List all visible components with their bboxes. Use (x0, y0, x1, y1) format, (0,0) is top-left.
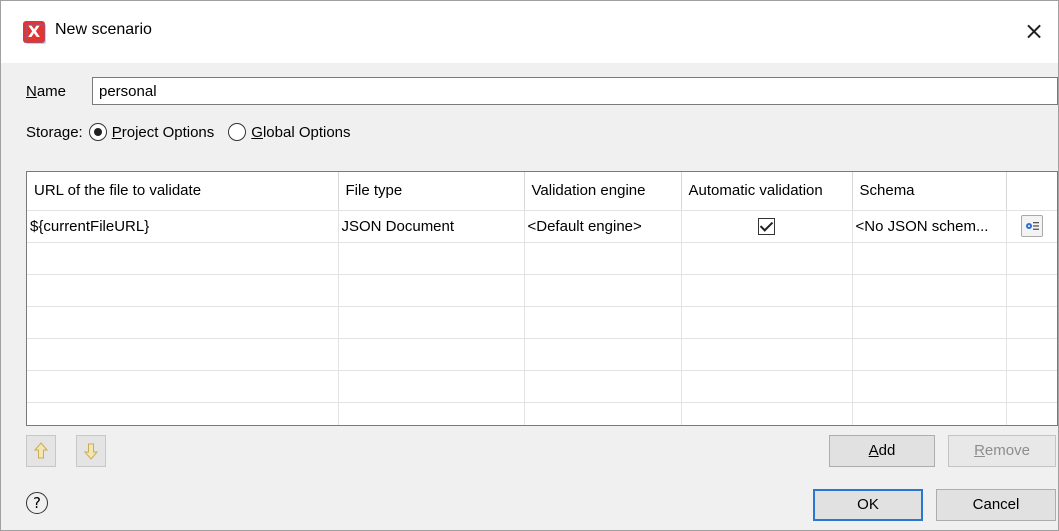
storage-row: Storage: Project Options Global Options (26, 121, 365, 143)
project-options-rest: roject Options (121, 123, 215, 141)
oxygen-app-icon: X (23, 21, 46, 44)
remove-button[interactable]: Remove (948, 435, 1056, 467)
window-title: New scenario (55, 21, 152, 38)
add-button[interactable]: Add (829, 435, 935, 467)
cell-url[interactable]: ${currentFileURL} (27, 210, 339, 243)
move-up-button[interactable] (26, 435, 56, 467)
table-row[interactable]: ${currentFileURL} JSON Document <Default… (27, 210, 1057, 243)
table-row-empty (27, 274, 1057, 307)
remove-rest: emove (984, 442, 1030, 459)
arrow-up-icon (34, 442, 48, 459)
name-label: Name (26, 83, 66, 100)
global-options-rest: lobal Options (262, 123, 351, 141)
help-icon[interactable]: ? (26, 492, 48, 514)
column-header-file-type[interactable]: File type (338, 172, 525, 211)
storage-label: Storage: (26, 123, 83, 141)
column-header-url[interactable]: URL of the file to validate (27, 172, 339, 211)
column-header-schema[interactable]: Schema (852, 172, 1007, 211)
global-options-mnemonic: G (251, 123, 263, 141)
ok-button[interactable]: OK (813, 489, 923, 521)
cell-schema-action (1006, 210, 1057, 243)
new-scenario-dialog: X New scenario × Name Storage: Project O… (0, 0, 1059, 531)
validation-units-table[interactable]: URL of the file to validate File type Va… (26, 171, 1058, 426)
arrow-down-icon (84, 443, 98, 460)
table-row-empty (27, 306, 1057, 339)
project-options-mnemonic: P (111, 123, 122, 141)
table-row-empty (27, 402, 1057, 425)
schema-details-button[interactable] (1020, 215, 1043, 237)
title-bar[interactable]: X New scenario × (1, 1, 1058, 63)
column-header-automatic-validation[interactable]: Automatic validation (681, 172, 853, 211)
cell-schema[interactable]: <No JSON schem... (852, 210, 1007, 243)
table-row-empty (27, 370, 1057, 403)
add-mnemonic: A (868, 442, 879, 459)
name-label-rest: ame (36, 83, 67, 100)
add-rest: dd (878, 442, 896, 459)
column-header-validation-engine[interactable]: Validation engine (524, 172, 682, 211)
cancel-button[interactable]: Cancel (936, 489, 1056, 521)
table-row-empty (27, 338, 1057, 371)
remove-mnemonic: R (974, 442, 985, 459)
gear-list-icon (1025, 222, 1039, 230)
table-header-row: URL of the file to validate File type Va… (27, 172, 1057, 211)
column-header-action (1006, 172, 1057, 211)
automatic-validation-checkbox[interactable] (758, 217, 775, 235)
cell-validation-engine[interactable]: <Default engine> (524, 210, 682, 243)
cell-file-type[interactable]: JSON Document (338, 210, 525, 243)
global-options-radio[interactable]: Global Options (228, 123, 351, 141)
radio-checked-icon (88, 123, 107, 141)
table-row-empty (27, 242, 1057, 275)
radio-unchecked-icon (228, 123, 247, 141)
project-options-radio[interactable]: Project Options (88, 123, 215, 141)
cell-automatic-validation[interactable] (681, 210, 853, 243)
move-down-button[interactable] (76, 435, 106, 467)
project-options-label: Project Options (112, 124, 215, 141)
name-input[interactable] (92, 77, 1058, 105)
name-row: Name (26, 77, 1058, 107)
name-label-mnemonic: N (26, 83, 37, 100)
close-icon[interactable]: × (1018, 15, 1050, 47)
global-options-label: Global Options (251, 124, 350, 141)
